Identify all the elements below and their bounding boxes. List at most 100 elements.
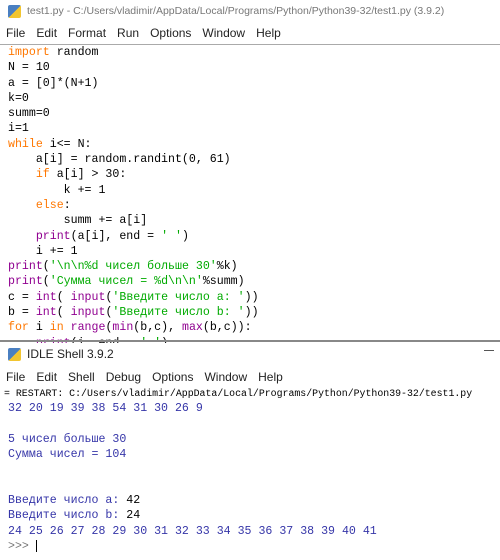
token: Введите число b: — [8, 509, 127, 523]
token: ( — [42, 260, 50, 274]
output-line: 5 чисел больше 30 — [0, 432, 500, 447]
token: = RESTART: C:/Users/vladimir/AppData/Loc… — [4, 388, 473, 399]
token: i += 1 — [8, 244, 78, 258]
token: print — [35, 229, 71, 243]
token: summ=0 — [8, 107, 50, 121]
token: '\n\n%d чисел больше 30' — [49, 260, 217, 274]
token: int — [35, 290, 57, 304]
output-line: = RESTART: C:/Users/vladimir/AppData/Loc… — [0, 386, 500, 401]
code-line: for i in range(min(b,c), max(b,c)): — [0, 320, 500, 335]
code-line: print(a[i], end = ' ') — [0, 229, 500, 244]
shell-menubar: File Edit Shell Debug Options Window Help — [0, 367, 500, 387]
token: %k) — [216, 260, 238, 274]
token: ( — [42, 275, 50, 289]
menu-debug[interactable]: Debug — [106, 370, 141, 384]
output-line: 24 25 26 27 28 29 30 31 32 33 34 35 36 3… — [0, 524, 500, 539]
token: : — [63, 198, 71, 212]
token: input — [70, 290, 106, 304]
token: range — [70, 321, 106, 335]
menu-options[interactable]: Options — [150, 26, 191, 40]
code-line: N = 10 — [0, 60, 500, 75]
token: summ += a[i] — [8, 214, 148, 228]
code-line: k += 1 — [0, 183, 500, 198]
code-line: a[i] = random.randint(0, 61) — [0, 152, 500, 167]
code-line: print('Сумма чисел = %d\n\n'%summ) — [0, 274, 500, 289]
token: for — [8, 321, 29, 335]
shell-prompt-line[interactable]: >>> — [0, 539, 500, 554]
output-line: 32 20 19 39 38 54 31 30 26 9 — [0, 401, 500, 416]
token: 42 — [126, 494, 141, 508]
minimize-button[interactable] — [484, 350, 494, 351]
token: print — [8, 260, 43, 274]
output-line: Сумма чисел = 104 — [0, 447, 500, 462]
output-line: Введите число b: 24 — [0, 508, 500, 523]
code-line: while i<= N: — [0, 137, 500, 152]
token: while — [8, 137, 43, 151]
token: )) — [244, 306, 259, 320]
editor-menubar: File Edit Format Run Options Window Help — [0, 23, 500, 43]
menu-window[interactable]: Window — [204, 370, 247, 384]
code-line: k=0 — [0, 91, 500, 106]
editor-title: test1.py - C:/Users/vladimir/AppData/Loc… — [27, 5, 445, 17]
prompt: >>> — [8, 539, 36, 553]
token: ) — [181, 229, 189, 243]
token: a[i] > 30: — [49, 168, 127, 182]
code-line: c = int( input('Введите число a: ')) — [0, 290, 500, 305]
menu-help[interactable]: Help — [256, 26, 281, 40]
menu-shell[interactable]: Shell — [68, 370, 95, 384]
token: i=1 — [8, 122, 29, 136]
code-line: i=1 — [0, 121, 500, 136]
token: 'Введите число a: ' — [112, 290, 245, 304]
idle-shell-icon — [8, 347, 21, 361]
token: b = — [8, 306, 36, 320]
token: max — [181, 321, 203, 335]
menu-edit[interactable]: Edit — [36, 26, 57, 40]
output-line: Введите число a: 42 — [0, 493, 500, 508]
token: min — [112, 321, 134, 335]
token: 32 20 19 39 38 54 31 30 26 9 — [8, 402, 203, 416]
menu-window[interactable]: Window — [202, 26, 245, 40]
token: a = [0]*(N+1) — [8, 76, 99, 90]
window-divider — [0, 340, 500, 342]
editor-code-area[interactable]: import random N = 10 a = [0]*(N+1) k=0 summ=… — [0, 45, 500, 350]
code-line: summ=0 — [0, 106, 500, 121]
shell-titlebar: IDLE Shell 3.9.2 — [0, 343, 500, 365]
menu-options[interactable]: Options — [152, 370, 193, 384]
token: print — [8, 275, 43, 289]
token: 'Введите число b: ' — [112, 306, 245, 320]
token: k += 1 — [8, 183, 106, 197]
token: a[i] = random.randint(0, 61) — [8, 153, 231, 167]
menu-format[interactable]: Format — [68, 26, 106, 40]
token: 24 — [126, 509, 141, 523]
token: c = — [8, 290, 36, 304]
editor-titlebar: test1.py - C:/Users/vladimir/AppData/Loc… — [0, 0, 500, 22]
token: import — [8, 46, 50, 59]
token: i<= N: — [42, 137, 92, 151]
code-line: b = int( input('Введите число b: ')) — [0, 305, 500, 320]
menu-edit[interactable]: Edit — [36, 370, 57, 384]
code-line: if a[i] > 30: — [0, 167, 500, 182]
token: int — [35, 306, 57, 320]
code-line: else: — [0, 198, 500, 213]
token: ' ' — [161, 229, 182, 243]
token: (a[i], end = — [70, 229, 162, 243]
token: i — [28, 321, 50, 335]
menu-run[interactable]: Run — [117, 26, 139, 40]
menu-file[interactable]: File — [6, 370, 25, 384]
token: %summ) — [202, 275, 245, 289]
token: ( — [56, 290, 71, 304]
text-cursor — [35, 539, 37, 552]
code-line: summ += a[i] — [0, 213, 500, 228]
shell-output-area[interactable]: = RESTART: C:/Users/vladimir/AppData/Loc… — [0, 386, 500, 560]
menu-file[interactable]: File — [6, 26, 25, 40]
code-line: print('\n\n%d чисел больше 30'%k) — [0, 259, 500, 274]
shell-title: IDLE Shell 3.9.2 — [27, 347, 114, 361]
menu-help[interactable]: Help — [258, 370, 283, 384]
token: 24 25 26 27 28 29 30 31 32 33 34 35 36 3… — [8, 524, 377, 538]
token: (b,c), — [133, 321, 182, 335]
